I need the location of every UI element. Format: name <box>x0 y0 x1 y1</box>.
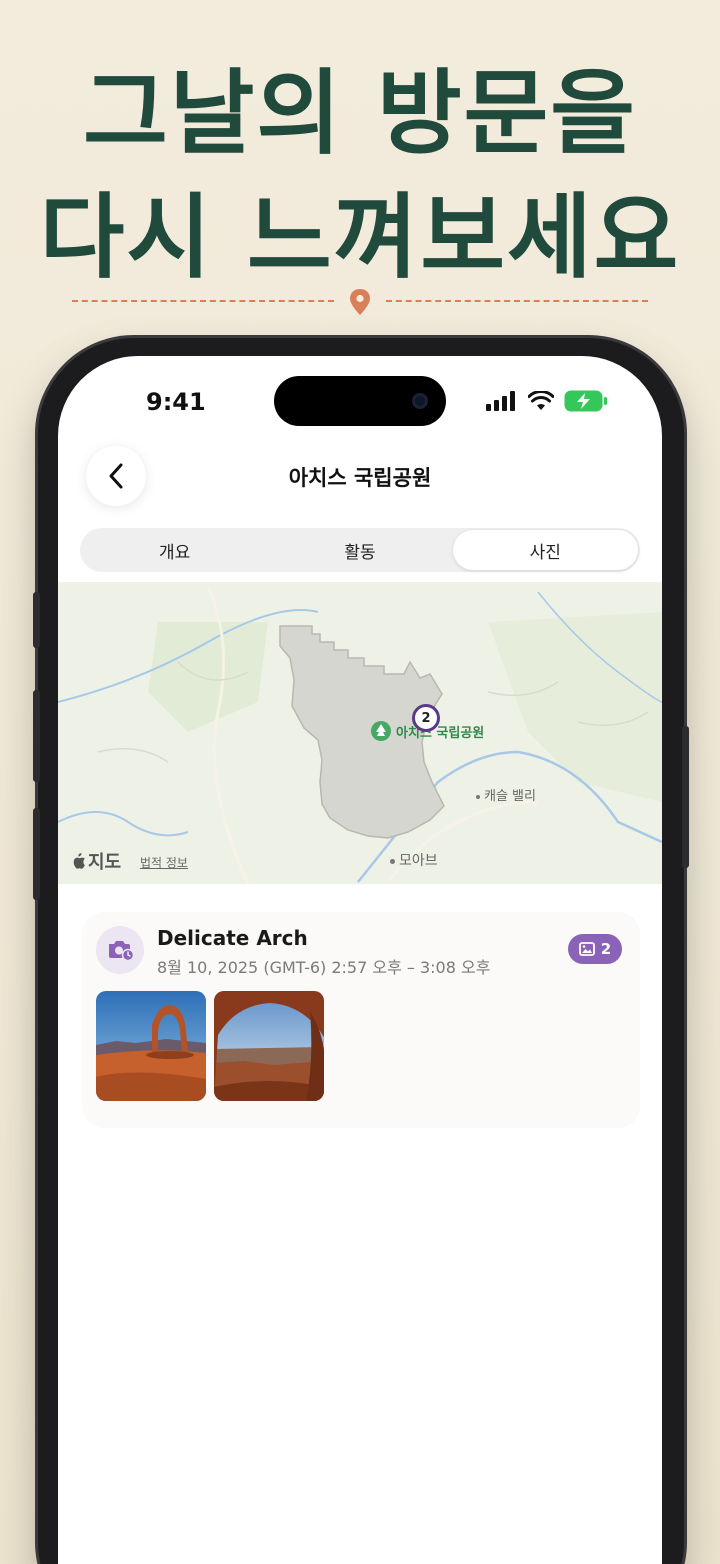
page-title: 아치스 국립공원 <box>288 466 432 490</box>
status-time: 9:41 <box>146 388 206 416</box>
location-pin-icon <box>350 289 370 315</box>
segmented-tabs: 개요 활동 사진 <box>80 528 640 572</box>
camera-icon-badge <box>96 926 144 974</box>
tree-icon <box>371 721 391 741</box>
photo-thumbnail-1[interactable] <box>96 991 206 1101</box>
legal-link[interactable]: 법적 정보 <box>140 854 188 871</box>
map-terrain <box>58 582 662 884</box>
status-bar: 9:41 <box>58 356 662 446</box>
headline-line-2: 다시 느껴보세요 <box>39 184 681 291</box>
camera-clock-icon <box>109 941 134 962</box>
park-name: 아치스 국립공원 <box>396 725 485 741</box>
headline-divider <box>72 288 648 316</box>
map-place-moab: 모아브 <box>390 850 438 870</box>
tab-photos[interactable]: 사진 <box>452 530 638 570</box>
visit-datetime: 8월 10, 2025 (GMT-6) 2:57 오후 – 3:08 오후 <box>157 958 491 977</box>
promo-headline: 그날의 방문을 다시 느껴보세요 <box>0 52 720 300</box>
battery-charging-icon <box>564 390 607 412</box>
apple-logo-icon <box>73 853 85 869</box>
app-screen: 9:41 아치스 국립공원 개요 활동 사진 아치스 국립공원 2 캐슬 밸리 … <box>58 356 662 1564</box>
castle-valley-label: 캐슬 밸리 <box>484 789 536 804</box>
tab-activity[interactable]: 활동 <box>267 530 452 570</box>
map-attribution: 지도 <box>72 848 121 874</box>
map-place-castle-valley: 캐슬 밸리 <box>476 785 536 804</box>
attribution-text: 지도 <box>88 852 122 873</box>
mesa-arch-photo <box>214 991 324 1101</box>
visit-card[interactable]: Delicate Arch 8월 10, 2025 (GMT-6) 2:57 오… <box>82 912 640 1128</box>
photo-thumbnail-2[interactable] <box>214 991 324 1101</box>
volume-up-button <box>33 690 40 782</box>
dynamic-island <box>274 376 446 426</box>
photo-count: 2 <box>600 940 612 958</box>
cluster-count: 2 <box>421 710 431 726</box>
navigation-bar: 아치스 국립공원 <box>58 446 662 536</box>
action-button <box>33 592 40 648</box>
visit-title: Delicate Arch <box>157 926 308 950</box>
moab-label: 모아브 <box>399 853 438 869</box>
headline-line-1: 그날의 방문을 <box>83 60 637 167</box>
photo-icon <box>578 942 595 956</box>
photo-cluster-pin[interactable]: 2 <box>412 704 440 732</box>
volume-down-button <box>33 808 40 900</box>
photo-count-badge: 2 <box>568 934 622 964</box>
map-view[interactable]: 아치스 국립공원 2 캐슬 밸리 모아브 지도 법적 정보 <box>58 582 662 884</box>
cellular-signal-icon <box>486 391 515 411</box>
delicate-arch-photo <box>96 991 206 1101</box>
tab-overview[interactable]: 개요 <box>82 530 267 570</box>
power-button <box>682 726 689 868</box>
wifi-icon <box>528 391 554 410</box>
